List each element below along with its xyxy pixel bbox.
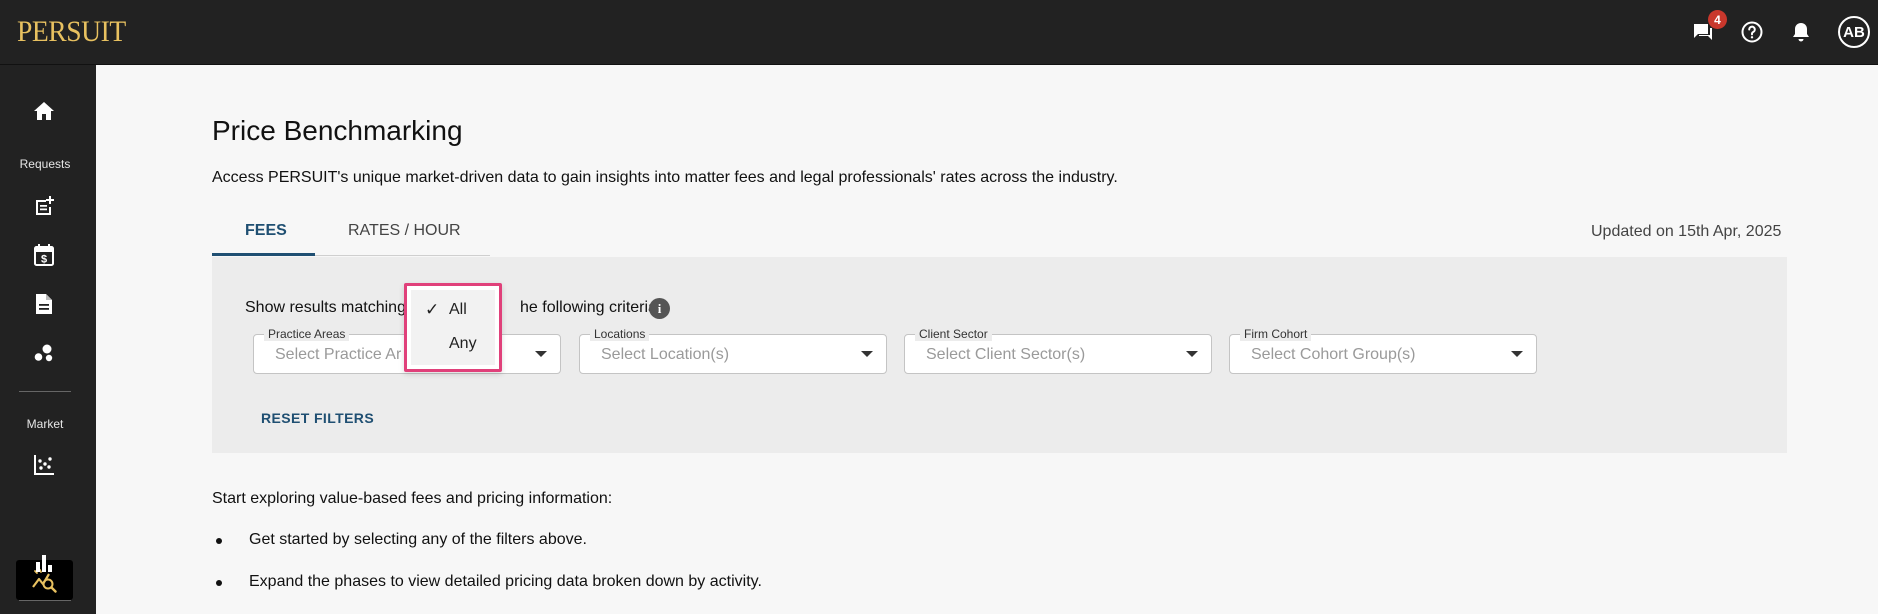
chevron-down-icon [861,351,873,357]
select-label: Firm Cohort [1240,327,1312,341]
dropdown-menu: ✓ All Any [411,290,495,365]
select-label: Locations [590,327,650,341]
network-icon[interactable] [28,337,60,369]
svg-text:$: $ [41,254,47,266]
criteria-suffix: he following criteria [520,299,657,316]
info-icon[interactable]: i [649,298,670,319]
chevron-down-icon [1186,351,1198,357]
dropdown-option-all[interactable]: ✓ All [411,294,495,324]
bullet-icon [216,538,222,544]
home-icon[interactable] [28,95,60,127]
help-icon[interactable] [1737,17,1767,47]
option-label: Any [449,335,477,352]
calendar-dollar-icon[interactable]: $ [28,239,60,271]
reset-filters-button[interactable]: RESET FILTERS [261,410,374,426]
scatter-chart-icon[interactable] [28,449,60,481]
page-title: Price Benchmarking [212,115,463,146]
messages-badge: 4 [1708,10,1727,29]
select-placeholder: Select Client Sector(s) [926,346,1086,363]
bar-chart-icon[interactable] [28,547,60,579]
document-icon[interactable] [28,288,60,320]
list-item-text: Expand the phases to view detailed prici… [249,573,762,590]
active-tab-indicator [212,253,315,256]
tab-rates-hour[interactable]: RATES / HOUR [348,222,461,240]
top-bar: PERSUIT 4 AB [0,0,1878,65]
select-label: Client Sector [915,327,992,341]
dropdown-option-any[interactable]: Any [411,328,495,358]
new-request-icon[interactable] [28,190,60,222]
select-label: Practice Areas [264,327,350,341]
criteria-prefix: Show results matching [245,299,406,316]
persuit-logo[interactable]: PERSUIT [17,14,126,50]
tab-fees[interactable]: FEES [245,222,287,240]
sidebar-divider-bottom [19,600,71,601]
user-avatar[interactable]: AB [1838,16,1870,48]
option-label: All [449,301,467,318]
sidebar: Requests $ Market [0,65,96,614]
list-item-text: Get started by selecting any of the filt… [249,531,587,548]
firm-cohort-select[interactable]: Firm Cohort Select Cohort Group(s) [1229,327,1537,374]
select-placeholder: Select Practice Ar [275,346,402,363]
select-placeholder: Select Cohort Group(s) [1251,346,1416,363]
notifications-icon[interactable] [1786,17,1816,47]
updated-date: Updated on 15th Apr, 2025 [1591,223,1782,240]
chevron-down-icon [1511,351,1523,357]
locations-select[interactable]: Locations Select Location(s) [579,327,887,374]
sidebar-section-requests: Requests [19,157,71,171]
match-mode-dropdown: ✓ All Any [404,283,502,372]
sidebar-divider [19,391,71,392]
page-description: Access PERSUIT's unique market-driven da… [212,169,1118,186]
sidebar-section-market: Market [26,417,64,431]
intro-text: Start exploring value-based fees and pri… [212,490,613,507]
bullet-icon [216,580,222,586]
client-sector-select[interactable]: Client Sector Select Client Sector(s) [904,327,1212,374]
checkmark-icon: ✓ [425,300,440,319]
chevron-down-icon [535,351,547,357]
select-placeholder: Select Location(s) [601,346,730,363]
